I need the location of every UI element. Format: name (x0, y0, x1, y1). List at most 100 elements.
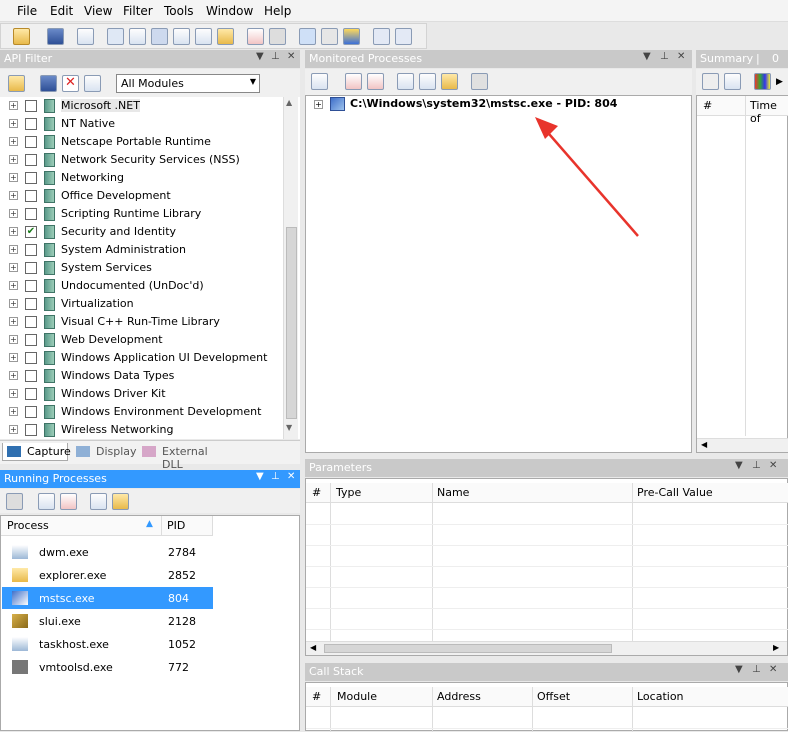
save-icon[interactable] (40, 75, 57, 92)
api-category-row[interactable]: + ✔ Security and Identity (0, 223, 283, 241)
menu-help[interactable]: Help (264, 4, 291, 18)
process-row[interactable]: taskhost.exe 1052 (2, 633, 213, 655)
menu-tools[interactable]: Tools (164, 4, 194, 18)
swap-icon[interactable] (419, 73, 436, 90)
api-category-row[interactable]: + Visual C++ Run-Time Library (0, 313, 283, 331)
category-checkbox[interactable] (25, 190, 37, 202)
close-icon[interactable]: ✕ (287, 471, 295, 482)
category-checkbox[interactable] (25, 406, 37, 418)
folders-icon[interactable] (217, 28, 234, 45)
category-checkbox[interactable] (25, 136, 37, 148)
find-icon[interactable] (724, 73, 741, 90)
api-category-row[interactable]: + Office Development (0, 187, 283, 205)
col-pid[interactable]: PID (167, 519, 185, 532)
expand-icon[interactable]: + (9, 335, 18, 344)
stop-capture-icon[interactable] (247, 28, 264, 45)
api-category-row[interactable]: + Virtualization (0, 295, 283, 313)
summary-hscroll[interactable]: ◀ (697, 438, 788, 452)
menu-view[interactable]: View (84, 4, 112, 18)
forward-icon[interactable] (702, 73, 719, 90)
category-checkbox[interactable] (25, 244, 37, 256)
category-checkbox[interactable] (25, 208, 37, 220)
save-icon[interactable] (47, 28, 64, 45)
code-icon[interactable] (107, 28, 124, 45)
tab-capture[interactable]: Capture (2, 443, 71, 461)
folder-icon[interactable] (441, 73, 458, 90)
stack-col-num[interactable]: # (312, 690, 321, 703)
menu-window[interactable]: Window (206, 4, 253, 18)
window-icon[interactable] (151, 28, 168, 45)
expand-icon[interactable]: + (9, 425, 18, 434)
module-dropdown[interactable]: All Modules ▼ (116, 74, 260, 93)
category-checkbox[interactable] (25, 388, 37, 400)
tab-display[interactable]: Display (72, 443, 137, 461)
dropdown-icon[interactable]: ▼ (256, 51, 264, 62)
expand-icon[interactable]: + (9, 227, 18, 236)
stack-col-address[interactable]: Address (437, 690, 481, 703)
pin-icon[interactable]: ⊥ (752, 664, 761, 675)
close-icon[interactable]: ✕ (677, 51, 685, 62)
expand-icon[interactable]: + (9, 407, 18, 416)
dropdown-icon[interactable]: ▼ (643, 51, 651, 62)
pin-icon[interactable]: ⊥ (271, 471, 280, 482)
api-category-row[interactable]: + NT Native (0, 115, 283, 133)
menu-filter[interactable]: Filter (123, 4, 153, 18)
expand-icon[interactable]: + (9, 119, 18, 128)
menu-file[interactable]: File (17, 4, 37, 18)
open-icon[interactable] (8, 75, 25, 92)
shield-icon[interactable] (343, 28, 360, 45)
api-category-row[interactable]: + Undocumented (UnDoc'd) (0, 277, 283, 295)
scroll-left-icon[interactable]: ◀ (701, 440, 707, 449)
api-category-row[interactable]: + Web Development (0, 331, 283, 349)
chevron-right-icon[interactable]: ▶ (776, 77, 783, 87)
api-category-row[interactable]: + Scripting Runtime Library (0, 205, 283, 223)
dropdown-icon[interactable]: ▼ (735, 664, 743, 675)
process-row[interactable]: vmtoolsd.exe 772 (2, 656, 213, 678)
category-checkbox[interactable] (25, 298, 37, 310)
panel-icon[interactable] (173, 28, 190, 45)
expand-icon[interactable]: + (9, 299, 18, 308)
pin-icon[interactable]: ⊥ (752, 460, 761, 471)
category-checkbox[interactable] (25, 316, 37, 328)
copy-icon[interactable] (77, 28, 94, 45)
category-checkbox[interactable] (25, 154, 37, 166)
category-checkbox[interactable] (25, 424, 37, 436)
help-icon[interactable] (395, 28, 412, 45)
stack-col-location[interactable]: Location (637, 690, 684, 703)
sort-asc-icon[interactable]: ▲ (146, 519, 153, 529)
kill-process-icon[interactable] (60, 493, 77, 510)
tab-external-dll[interactable]: External DLL (138, 443, 230, 471)
dropdown-icon[interactable]: ▼ (735, 460, 743, 471)
category-checkbox[interactable] (25, 262, 37, 274)
scroll-up-icon[interactable]: ▲ (286, 98, 292, 107)
folder-icon[interactable] (112, 493, 129, 510)
parameters-hscroll[interactable]: ◀ ▶ (306, 641, 787, 655)
menu-edit[interactable]: Edit (50, 4, 73, 18)
detach-icon[interactable] (367, 73, 384, 90)
category-checkbox[interactable] (25, 352, 37, 364)
process-row[interactable]: dwm.exe 2784 (2, 541, 213, 563)
param-col-precall[interactable]: Pre-Call Value (637, 486, 713, 499)
panel-split-icon[interactable] (195, 28, 212, 45)
api-category-row[interactable]: + System Administration (0, 241, 283, 259)
expand-icon[interactable]: + (9, 155, 18, 164)
scroll-right-icon[interactable]: ▶ (773, 643, 779, 652)
filter-icon[interactable] (269, 28, 286, 45)
expand-icon[interactable]: + (9, 371, 18, 380)
stack-col-module[interactable]: Module (337, 690, 377, 703)
category-checkbox[interactable] (25, 118, 37, 130)
api-category-row[interactable]: + Windows Application UI Development (0, 349, 283, 367)
category-checkbox[interactable] (25, 280, 37, 292)
expand-icon[interactable]: + (314, 100, 323, 109)
monitor-icon[interactable] (299, 28, 316, 45)
api-category-row[interactable]: + Network Security Services (NSS) (0, 151, 283, 169)
process-row[interactable]: mstsc.exe 804 (2, 587, 213, 609)
scroll-thumb[interactable] (324, 644, 612, 653)
param-col-type[interactable]: Type (336, 486, 361, 499)
book-icon[interactable] (373, 28, 390, 45)
stack-col-offset[interactable]: Offset (537, 690, 570, 703)
param-col-name[interactable]: Name (437, 486, 469, 499)
category-checkbox[interactable] (25, 100, 37, 112)
open-icon[interactable] (13, 28, 30, 45)
process-row[interactable]: slui.exe 2128 (2, 610, 213, 632)
